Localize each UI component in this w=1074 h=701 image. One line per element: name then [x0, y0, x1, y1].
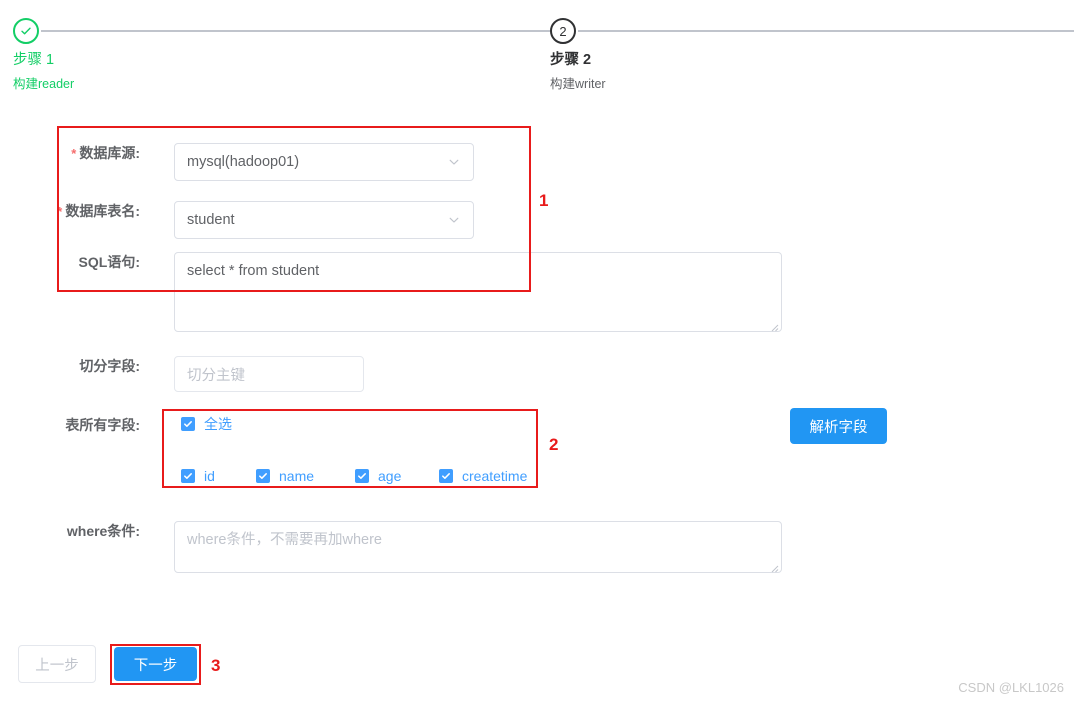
- sql-textarea-wrapper[interactable]: select * from student: [174, 252, 782, 332]
- sql-textarea[interactable]: select * from student: [174, 252, 782, 332]
- check-circle-icon: [13, 18, 39, 44]
- form-row-datasource: * 数据库源: mysql(hadoop01): [0, 143, 1074, 181]
- where-textarea[interactable]: where条件，不需要再加where: [174, 521, 782, 573]
- checkbox-field-age[interactable]: age: [355, 467, 439, 485]
- datasource-label: * 数据库源:: [71, 145, 140, 161]
- required-asterisk-icon: *: [57, 204, 63, 219]
- table-label: * 数据库表名:: [57, 203, 140, 219]
- table-select[interactable]: student: [174, 201, 474, 239]
- split-field-placeholder: 切分主键: [187, 367, 245, 384]
- field-checkbox-group: 全选 id name age createtime: [174, 415, 530, 485]
- step-description: 构建reader: [13, 77, 75, 91]
- checkbox-label: createtime: [462, 468, 528, 484]
- step-item-2[interactable]: 2 步骤 2 构建writer: [550, 18, 606, 91]
- step-description: 构建writer: [550, 77, 606, 91]
- step-title: 步骤 2: [550, 52, 592, 68]
- checkbox-field-createtime[interactable]: createtime: [439, 467, 527, 485]
- checkbox-checked-icon: [355, 469, 369, 483]
- checkbox-field-name[interactable]: name: [256, 467, 355, 485]
- annotation-number-2: 2: [549, 435, 559, 454]
- where-textarea-placeholder: where条件，不需要再加where: [187, 532, 382, 548]
- checkbox-checked-icon: [256, 469, 270, 483]
- field-list-row: id name age createtime: [181, 467, 530, 485]
- split-field-input[interactable]: 切分主键: [174, 356, 364, 392]
- checkbox-checked-icon: [181, 417, 195, 431]
- checkbox-label: age: [378, 468, 402, 484]
- number-circle-icon: 2: [550, 18, 576, 44]
- datasource-select-value: mysql(hadoop01): [187, 154, 300, 170]
- checkbox-checked-icon: [181, 469, 195, 483]
- checkbox-label: name: [279, 468, 315, 484]
- next-step-button[interactable]: 下一步: [114, 647, 197, 681]
- resize-handle-icon[interactable]: [767, 318, 779, 332]
- checkbox-label: 全选: [204, 416, 232, 432]
- prev-step-button[interactable]: 上一步: [18, 645, 96, 683]
- step-connector-line: [41, 30, 550, 32]
- step-number: 2: [559, 23, 567, 39]
- annotation-number-3: 3: [211, 656, 221, 675]
- form-row-table: * 数据库表名: student: [0, 201, 1074, 239]
- chevron-down-icon: [447, 155, 461, 169]
- all-fields-label: 表所有字段:: [65, 417, 140, 433]
- parse-fields-button[interactable]: 解析字段: [790, 408, 887, 444]
- datasource-select[interactable]: mysql(hadoop01): [174, 143, 474, 181]
- split-field-label: 切分字段:: [79, 358, 140, 374]
- resize-handle-icon[interactable]: [767, 559, 779, 573]
- table-select-value: student: [187, 212, 235, 228]
- watermark: CSDN @LKL1026: [958, 680, 1064, 695]
- step-connector-line: [578, 30, 1074, 32]
- select-all-row: 全选: [181, 415, 530, 433]
- form-row-split-field: 切分字段: 切分主键: [0, 356, 1074, 392]
- annotation-number-1: 1: [539, 191, 549, 210]
- sql-textarea-value: select * from student: [187, 263, 320, 279]
- step-item-1[interactable]: 步骤 1 构建reader: [13, 18, 74, 91]
- checkbox-field-id[interactable]: id: [181, 467, 256, 485]
- sql-label: SQL语句:: [78, 254, 140, 270]
- checkbox-select-all[interactable]: 全选: [181, 415, 232, 433]
- where-label: where条件:: [66, 523, 140, 539]
- required-asterisk-icon: *: [71, 146, 77, 161]
- chevron-down-icon: [447, 213, 461, 227]
- split-field-input-wrapper[interactable]: 切分主键: [174, 356, 364, 392]
- where-textarea-wrapper[interactable]: where条件，不需要再加where: [174, 521, 782, 573]
- step-title: 步骤 1: [13, 52, 55, 68]
- checkbox-checked-icon: [439, 469, 453, 483]
- checkbox-label: id: [204, 468, 215, 484]
- step-bar: 步骤 1 构建reader 2 步骤 2 构建writer: [0, 0, 1074, 110]
